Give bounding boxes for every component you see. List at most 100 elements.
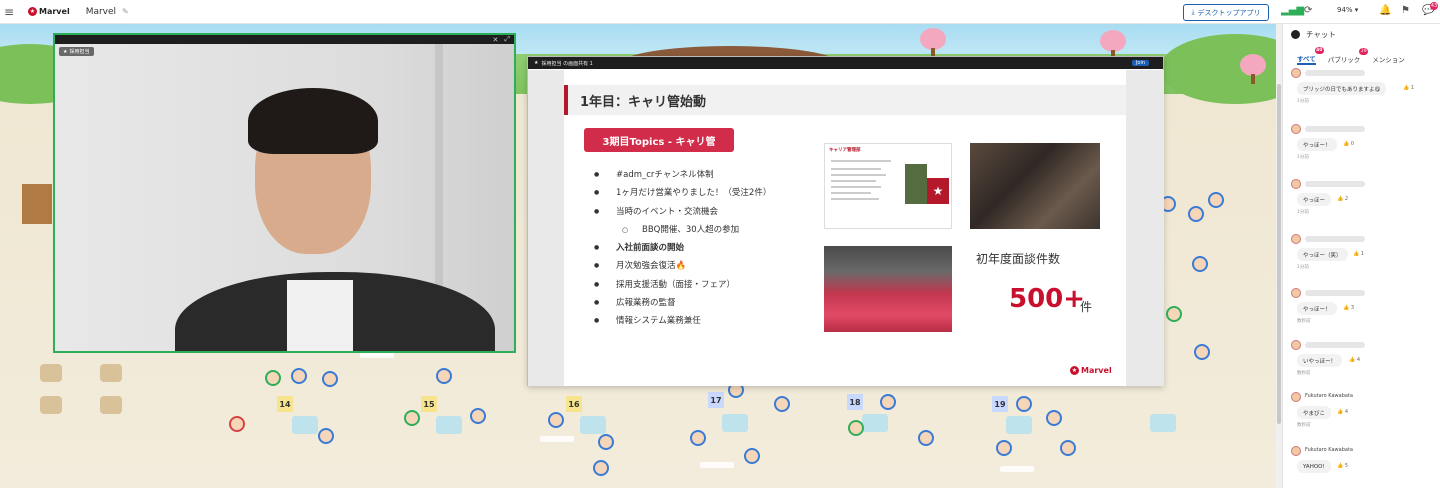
- tab-label: メンション: [1372, 56, 1405, 64]
- meeting-table: [722, 414, 748, 432]
- cherry-tree: [920, 28, 946, 50]
- scrollbar-thumb[interactable]: [1277, 84, 1281, 424]
- meeting-table: [1006, 416, 1032, 434]
- user-avatar[interactable]: [1291, 392, 1301, 402]
- gamepad-icon[interactable]: ⚑: [1401, 5, 1410, 16]
- event-photo: [970, 143, 1100, 229]
- message-time: 数秒前: [1297, 423, 1311, 428]
- user-avatar[interactable]: [598, 434, 614, 450]
- thumbs-up-reaction[interactable]: 👍 5: [1337, 463, 1348, 469]
- user-avatar[interactable]: [1291, 288, 1301, 298]
- user-avatar[interactable]: [1016, 396, 1032, 412]
- join-button[interactable]: Join: [1131, 60, 1149, 66]
- interview-count-unit: 件: [1080, 300, 1093, 314]
- user-avatar[interactable]: [1291, 340, 1301, 350]
- thumbs-up-reaction[interactable]: 👍 1: [1403, 85, 1414, 91]
- user-avatar[interactable]: [470, 408, 486, 424]
- user-name: Fukutaro Kawabata: [1305, 447, 1353, 453]
- close-icon[interactable]: ✕: [493, 36, 499, 44]
- cherry-tree: [1240, 54, 1266, 76]
- signal-icon[interactable]: ▂▄▆: [1281, 5, 1304, 16]
- user-avatar[interactable]: [1291, 124, 1301, 134]
- bullet-item: 入社前面談の開始: [594, 239, 824, 257]
- refresh-icon[interactable]: ⟳: [1304, 5, 1312, 16]
- user-avatar[interactable]: [548, 412, 564, 428]
- chat-message: いやっほー！ 👍 4 数秒前: [1291, 340, 1440, 386]
- tab-mention[interactable]: メンション: [1372, 54, 1405, 64]
- user-avatar[interactable]: [744, 448, 760, 464]
- thumbnail-photo: [905, 164, 927, 204]
- user-avatar[interactable]: [880, 394, 896, 410]
- marvel-star-icon: ★: [1070, 366, 1079, 375]
- slide-logo: ★ Marvel: [1070, 366, 1112, 375]
- thumbs-up-reaction[interactable]: 👍 1: [1353, 251, 1364, 257]
- user-avatar[interactable]: [1194, 344, 1210, 360]
- slide-title-bar: 1年目：キャリ管始動: [564, 85, 1126, 115]
- camera-feed: ★ 採用担当: [55, 44, 514, 351]
- thumbs-up-reaction[interactable]: 👍 3: [1343, 305, 1354, 311]
- user-avatar[interactable]: [291, 368, 307, 384]
- video-window[interactable]: ✕ ⤢ ★ 採用担当: [53, 33, 516, 353]
- user-avatar[interactable]: [404, 410, 420, 426]
- app-logo[interactable]: ★ Marvel: [28, 7, 70, 16]
- zoom-level[interactable]: 94% ▾: [1337, 6, 1358, 14]
- user-avatar[interactable]: [229, 416, 245, 432]
- slide-title: 1年目：キャリ管始動: [580, 94, 707, 110]
- user-avatar[interactable]: [848, 420, 864, 436]
- user-avatar[interactable]: [322, 371, 338, 387]
- message-bubble: やまびこ: [1297, 406, 1332, 419]
- screen-share-window[interactable]: ★ 採用担当 の画面共有 1 Join 1年目：キャリ管始動 3期目Topics…: [527, 56, 1164, 386]
- user-name-blurred: [1305, 126, 1365, 132]
- user-avatar[interactable]: [436, 368, 452, 384]
- hamburger-menu-icon[interactable]: ≡: [0, 5, 18, 19]
- user-avatar[interactable]: [774, 396, 790, 412]
- message-bubble: やっほー: [1297, 193, 1332, 206]
- user-avatar[interactable]: [265, 370, 281, 386]
- chat-message: やっほー！ 👍 3 数秒前: [1291, 288, 1440, 334]
- tab-label: すべて: [1297, 55, 1316, 63]
- user-avatar[interactable]: [918, 430, 934, 446]
- chat-panel: チャット すべて 40 パブリック 29 メンション ブリッジの日でもありますよ…: [1282, 24, 1440, 488]
- user-name-blurred: [1305, 236, 1365, 242]
- table-number-15: 15: [421, 396, 437, 412]
- table-number-14: 14: [277, 396, 293, 412]
- user-avatar[interactable]: [1046, 410, 1062, 426]
- avatar-nameplate: [540, 436, 574, 442]
- thumbs-up-reaction[interactable]: 👍 4: [1349, 357, 1360, 363]
- download-icon: ⤓: [1191, 8, 1195, 16]
- message-bubble: やっほー！: [1297, 138, 1337, 151]
- user-avatar[interactable]: [1291, 446, 1301, 456]
- user-avatar[interactable]: [690, 430, 706, 446]
- user-avatar[interactable]: [1166, 306, 1182, 322]
- tab-public[interactable]: パブリック 29: [1328, 48, 1369, 64]
- thumbs-up-reaction[interactable]: 👍 4: [1337, 409, 1348, 415]
- bell-icon[interactable]: 🔔: [1379, 5, 1391, 16]
- thumbs-up-reaction[interactable]: 👍 2: [1337, 196, 1348, 202]
- user-avatar[interactable]: [1291, 68, 1301, 78]
- desktop-app-button[interactable]: ⤓ デスクトップアプリ: [1183, 4, 1269, 21]
- chat-message: ブリッジの日でもありますよ😋 👍 1 1分前: [1291, 68, 1440, 114]
- user-avatar[interactable]: [1291, 179, 1301, 189]
- desktop-app-label: デスクトップアプリ: [1197, 8, 1261, 17]
- chat-header: チャット: [1283, 24, 1440, 44]
- expand-icon[interactable]: ⤢: [504, 35, 510, 44]
- edit-name-icon[interactable]: ✎: [122, 7, 129, 16]
- user-avatar[interactable]: [1188, 206, 1204, 222]
- user-avatar[interactable]: [1208, 192, 1224, 208]
- tab-all[interactable]: すべて 40: [1297, 47, 1324, 65]
- meeting-table: [1150, 414, 1176, 432]
- thumbs-up-reaction[interactable]: 👍 0: [1343, 141, 1354, 147]
- bullet-item: 月次勉強会復活🔥: [594, 257, 824, 275]
- thumbnail-text-line: [831, 174, 886, 176]
- user-avatar[interactable]: [1060, 440, 1076, 456]
- user-avatar[interactable]: [1192, 256, 1208, 272]
- user-avatar[interactable]: [593, 460, 609, 476]
- zoom-value: 94%: [1337, 6, 1353, 14]
- chat-message: やっほー！ 👍 0 1分前: [1291, 124, 1440, 170]
- thumbnail-text-line: [831, 180, 876, 182]
- avatar-nameplate: [700, 462, 734, 468]
- user-avatar[interactable]: [318, 428, 334, 444]
- user-avatar[interactable]: [996, 440, 1012, 456]
- user-avatar[interactable]: [1291, 234, 1301, 244]
- message-time: 1分前: [1297, 210, 1309, 215]
